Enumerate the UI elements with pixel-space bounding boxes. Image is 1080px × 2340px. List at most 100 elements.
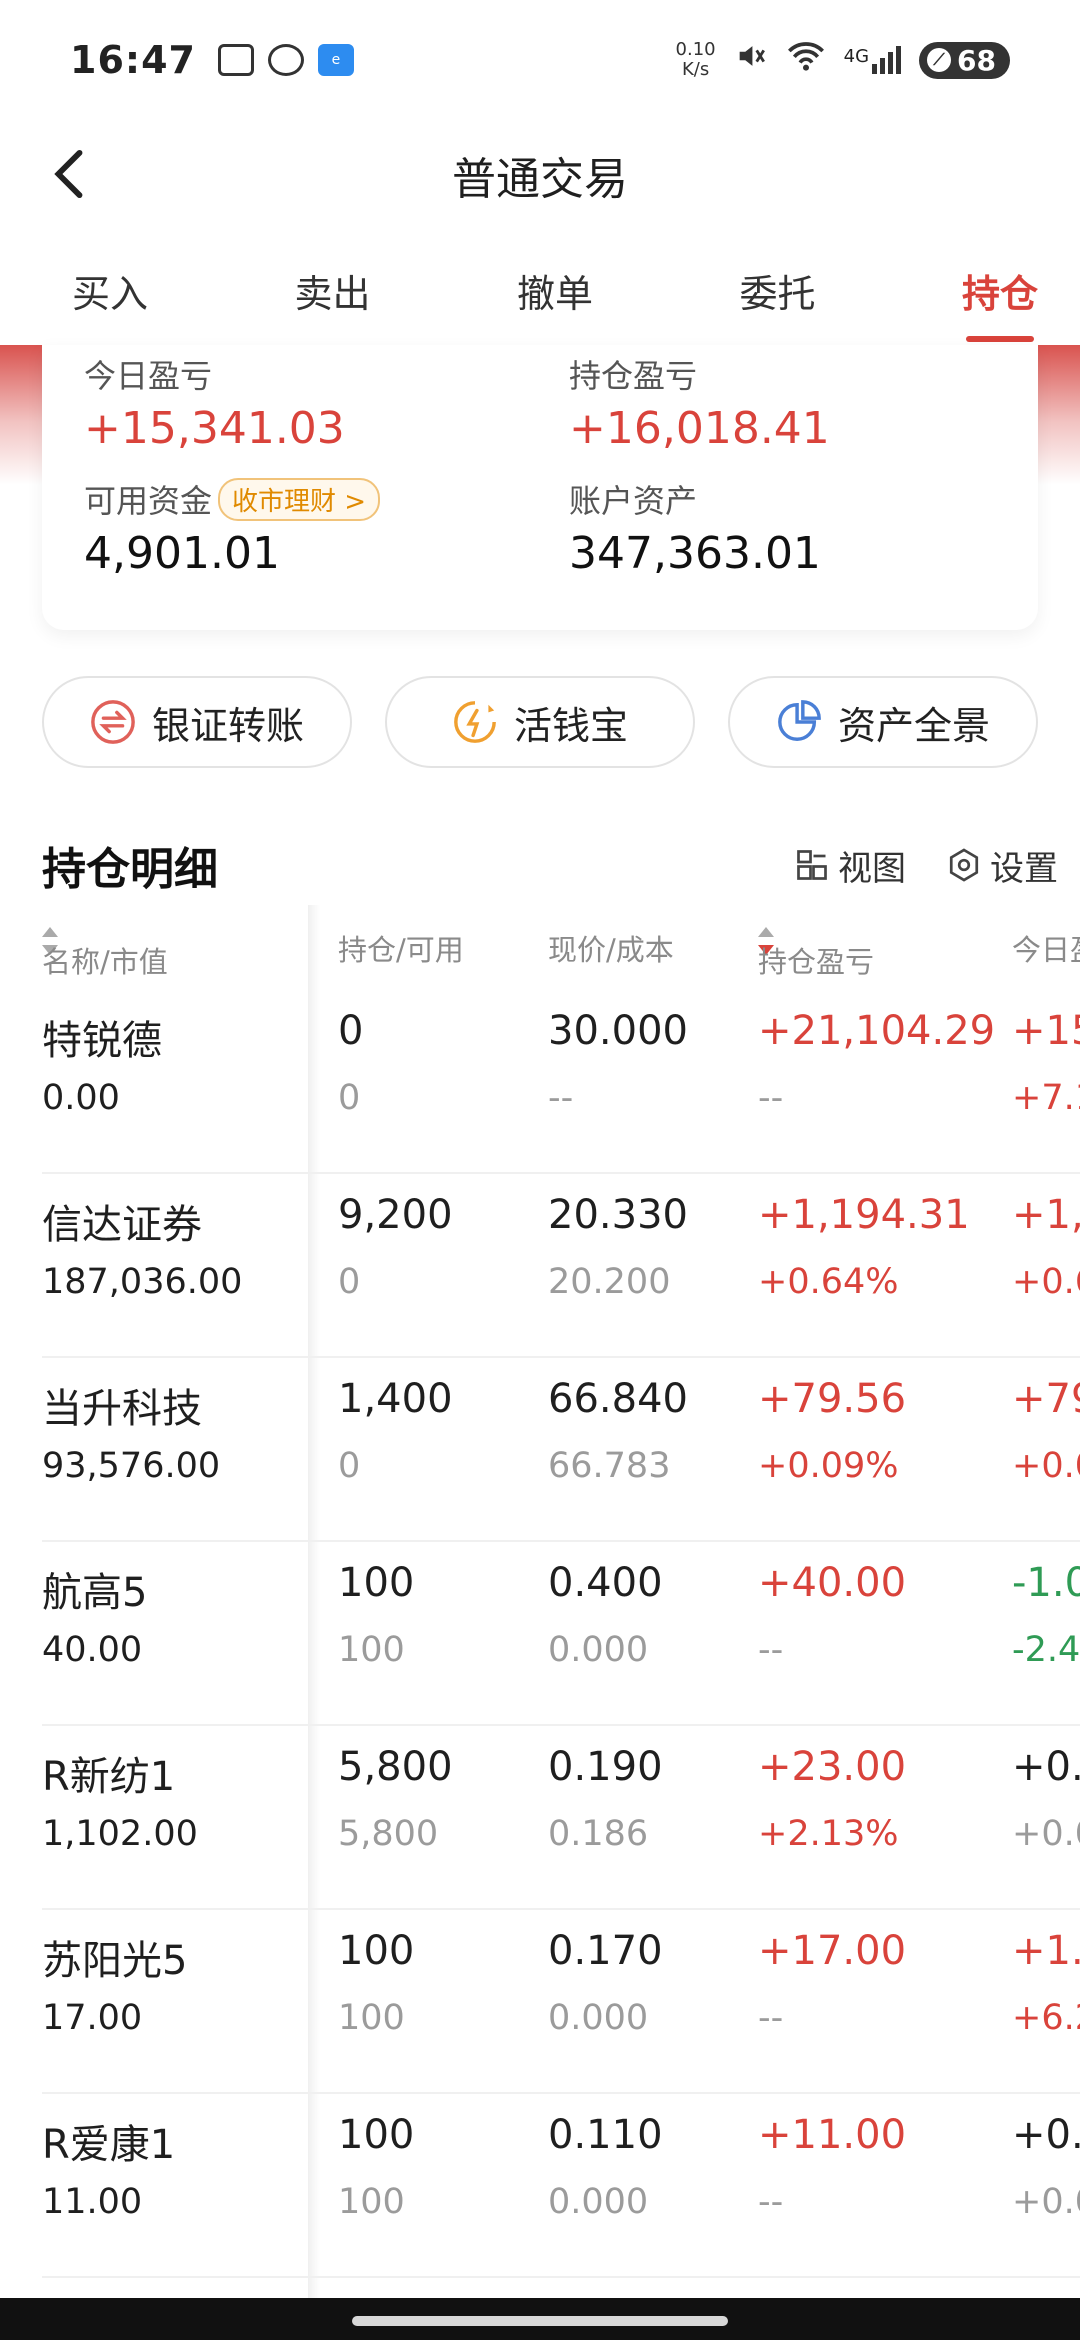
holdings-title: 持仓明细 [42, 844, 218, 895]
tab-cancel-order[interactable]: 撤单 [515, 240, 595, 340]
stock-name: 信达证券 [42, 1202, 202, 1248]
available-qty: 5,800 [338, 1814, 439, 1854]
grid-view-icon [797, 850, 827, 880]
trade-tabs: 买入 卖出 撤单 委托 持仓 [0, 240, 1080, 340]
available-qty: 0 [338, 1262, 361, 1302]
holdings-section-header: 持仓明细 视图 设置 [42, 830, 1080, 900]
gear-icon [949, 848, 979, 882]
market-value: 17.00 [42, 1998, 143, 2038]
today-pl: 今日盈亏 +15,341.03 [84, 351, 569, 454]
view-label: 视图 [838, 848, 906, 889]
table-row[interactable]: 苏阳光5 17.00 100 100 0.170 0.000 +17.00 -- +1.0 +6.… [42, 1910, 1080, 2094]
settings-label: 设置 [990, 848, 1058, 889]
available-qty: 0 [338, 1446, 361, 1486]
status-time: 16:47 [70, 38, 196, 82]
position-pl-pct: +2.13% [758, 1814, 899, 1854]
today-pl: +79 [1012, 1376, 1080, 1422]
position-pl: +1,194.31 [758, 1192, 970, 1238]
pie-chart-icon [776, 699, 822, 745]
current-price: 0.400 [548, 1560, 663, 1606]
column-name-value[interactable]: 名称/市值 [42, 927, 168, 979]
position-pl: +79.56 [758, 1376, 907, 1422]
app-notification-icon: e [317, 44, 354, 76]
market-value: 11.00 [42, 2182, 143, 2222]
stock-name: R爱康1 [42, 2122, 176, 2168]
today-pl-label: 今日盈亏 [84, 357, 213, 395]
position-qty: 9,200 [338, 1192, 453, 1238]
bank-transfer-label: 银证转账 [151, 703, 304, 748]
back-button[interactable] [38, 144, 98, 204]
column-position-available: 持仓/可用 [338, 933, 464, 967]
stock-name: 特锐德 [42, 1018, 162, 1064]
today-pl-pct: +0.0 [1012, 2182, 1080, 2222]
tab-positions[interactable]: 持仓 [960, 240, 1040, 340]
stock-name: 苏阳光5 [42, 1938, 188, 1984]
view-button[interactable]: 视图 [794, 841, 906, 890]
position-pl-pct: -- [758, 1998, 784, 2038]
available-funds-label: 可用资金 [84, 482, 213, 520]
position-pl: +23.00 [758, 1744, 907, 1790]
column-price-cost: 现价/成本 [548, 933, 674, 967]
today-pl-pct: +0.6 [1012, 1262, 1080, 1302]
today-pl-pct: +7.1 [1012, 1078, 1080, 1118]
position-pl: +11.00 [758, 2112, 907, 2158]
column-today-pl: 今日盈 [1012, 933, 1080, 967]
table-row[interactable]: R爱康1 11.00 100 100 0.110 0.000 +11.00 -- +0.0 +0.… [42, 2094, 1080, 2278]
stock-name: 航高5 [42, 1570, 148, 1616]
position-qty: 100 [338, 1928, 415, 1974]
home-indicator[interactable] [352, 2316, 728, 2326]
tab-orders[interactable]: 委托 [738, 240, 818, 340]
market-value: 40.00 [42, 1630, 143, 1670]
tab-buy[interactable]: 买入 [70, 240, 150, 340]
cost-price: 66.783 [548, 1446, 671, 1486]
quick-actions: 银证转账 活钱宝 资产全景 [42, 676, 1038, 768]
market-value: 0.00 [42, 1078, 120, 1118]
account-summary-card: 今日盈亏 +15,341.03 持仓盈亏 +16,018.41 可用资金 收市理… [42, 345, 1038, 630]
settings-button[interactable]: 设置 [946, 841, 1058, 890]
position-qty: 0 [338, 1008, 364, 1054]
table-row[interactable]: 航高5 40.00 100 100 0.400 0.000 +40.00 -- -1.0 -2.4 [42, 1542, 1080, 1726]
table-row[interactable]: 特锐德 0.00 0 0 30.000 -- +21,104.29 -- +15 +7.1 [42, 990, 1080, 1174]
today-pl: -1.0 [1012, 1560, 1080, 1606]
cost-price: 0.186 [548, 1814, 649, 1854]
current-price: 20.330 [548, 1192, 688, 1238]
current-price: 0.170 [548, 1928, 663, 1974]
market-value: 93,576.00 [42, 1446, 221, 1486]
position-qty: 5,800 [338, 1744, 453, 1790]
position-pl: 持仓盈亏 +16,018.41 [569, 351, 996, 454]
huoqianbao-button[interactable]: 活钱宝 [385, 676, 695, 768]
today-pl-pct: +0.0 [1012, 1814, 1080, 1854]
net-speed: 0.10 K/s [675, 39, 716, 80]
current-price: 0.190 [548, 1744, 663, 1790]
today-pl: +1,1 [1012, 1192, 1080, 1238]
chevron-left-icon [54, 149, 83, 199]
tab-sell[interactable]: 卖出 [293, 240, 373, 340]
asset-overview-label: 资产全景 [837, 703, 990, 748]
asset-overview-button[interactable]: 资产全景 [728, 676, 1038, 768]
after-hours-finance-button[interactable]: 收市理财 > [218, 477, 381, 521]
holdings-column-header: 名称/市值 持仓/可用 现价/成本 持仓盈亏 今日盈 [0, 915, 1080, 979]
table-row[interactable]: R新纺1 1,102.00 5,800 5,800 0.190 0.186 +23.00 +2… [42, 1726, 1080, 1910]
signal-icon: 4G [844, 46, 902, 74]
today-pl-pct: +6.2 [1012, 1998, 1080, 2038]
table-row[interactable]: 信达证券 187,036.00 9,200 0 20.330 20.200 +1,194.3… [42, 1174, 1080, 1358]
navigation-bar [0, 2298, 1080, 2340]
position-qty: 1,400 [338, 1376, 453, 1422]
status-right: 0.10 K/s 4G ⟋ 68 [676, 39, 1010, 81]
today-pl-pct: +0.0 [1012, 1446, 1080, 1486]
today-pl: +1.0 [1012, 1928, 1080, 1974]
table-row[interactable]: 当升科技 93,576.00 1,400 0 66.840 66.783 +79.56 +0.… [42, 1358, 1080, 1542]
position-pl: +17.00 [758, 1928, 907, 1974]
position-pl: +40.00 [758, 1560, 907, 1606]
column-position-pl[interactable]: 持仓盈亏 [758, 927, 874, 979]
position-pl-pct: +0.64% [758, 1262, 899, 1302]
current-price: 0.110 [548, 2112, 663, 2158]
stock-name: R新纺1 [42, 1754, 176, 1800]
battery-indicator: ⟋ 68 [919, 41, 1010, 79]
page-header: 普通交易 [0, 120, 1080, 230]
available-funds: 可用资金 收市理财 > 4,901.01 [84, 476, 569, 579]
account-assets-value: 347,363.01 [569, 528, 821, 579]
account-assets: 账户资产 347,363.01 [569, 476, 996, 579]
bank-transfer-button[interactable]: 银证转账 [42, 676, 352, 768]
cost-price: 0.000 [548, 2182, 649, 2222]
